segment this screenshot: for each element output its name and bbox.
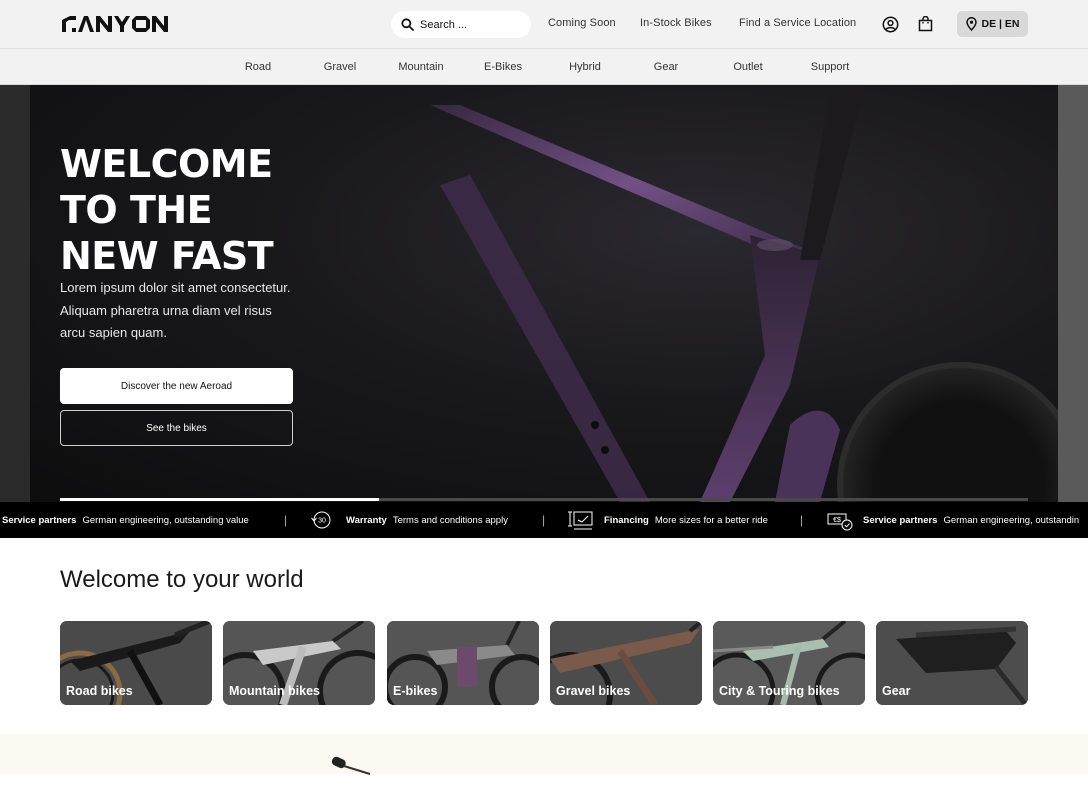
category-card-label: Gear bbox=[882, 684, 911, 698]
top-bar: Coming Soon In-Stock Bikes Find a Servic… bbox=[0, 0, 1088, 48]
category-card-road-bikes[interactable]: Road bikes bbox=[60, 621, 212, 705]
svg-text:30: 30 bbox=[318, 518, 326, 525]
hero-prev-slide-peek[interactable] bbox=[0, 85, 30, 502]
category-card-mountain-bikes[interactable]: Mountain bikes bbox=[223, 621, 375, 705]
slide-progress-fill bbox=[60, 498, 380, 501]
bike-size-icon bbox=[568, 511, 593, 530]
category-card-label: Road bikes bbox=[66, 684, 133, 698]
nav-item-gear[interactable]: Gear bbox=[654, 61, 678, 73]
ticker-item: Service partners German engineering, out… bbox=[2, 515, 249, 526]
brand-logo[interactable] bbox=[60, 14, 172, 34]
ticker-item-title: Warranty bbox=[346, 515, 387, 526]
nav-item-e-bikes[interactable]: E-Bikes bbox=[484, 61, 522, 73]
nav-item-gravel[interactable]: Gravel bbox=[324, 61, 356, 73]
locale-label: DE | EN bbox=[981, 18, 1020, 30]
cart-button[interactable] bbox=[915, 14, 935, 34]
category-card-label: Gravel bikes bbox=[556, 684, 631, 698]
map-pin-icon bbox=[965, 17, 977, 31]
ticker-item: Service partners German engineering, out… bbox=[863, 515, 1079, 526]
locale-switcher[interactable]: DE | EN bbox=[957, 11, 1028, 37]
ticker-separator: | bbox=[800, 513, 804, 527]
category-card-e-bikes[interactable]: E-bikes bbox=[387, 621, 539, 705]
ticker-separator: | bbox=[284, 513, 288, 527]
nav-item-support[interactable]: Support bbox=[811, 61, 850, 73]
section-title: Welcome to your world bbox=[60, 566, 304, 593]
category-card-gear[interactable]: Gear bbox=[876, 621, 1028, 705]
search-box[interactable] bbox=[391, 11, 531, 38]
category-card-label: Mountain bikes bbox=[229, 684, 320, 698]
category-card-gravel-bikes[interactable]: Gravel bikes bbox=[550, 621, 702, 705]
discover-aeroad-button[interactable]: Discover the new Aeroad bbox=[60, 368, 293, 404]
next-section-teaser bbox=[0, 734, 1088, 775]
link-coming-soon[interactable]: Coming Soon bbox=[548, 17, 616, 29]
ticker-separator: | bbox=[542, 513, 546, 527]
category-card-label: E-bikes bbox=[393, 684, 438, 698]
hero-carousel: WELCOME TO THE NEW FAST Lorem ipsum dolo… bbox=[0, 85, 1088, 502]
ticker-item: Financing More sizes for a better ride bbox=[604, 515, 768, 526]
hero-description: Lorem ipsum dolor sit amet consectetur. … bbox=[60, 280, 291, 340]
usp-ticker: Service partners German engineering, out… bbox=[0, 502, 1088, 538]
ticker-item-text: More sizes for a better ride bbox=[654, 515, 768, 526]
account-button[interactable] bbox=[880, 14, 900, 34]
svg-text:€$: €$ bbox=[833, 517, 841, 524]
bike-handlebar-teaser bbox=[331, 756, 371, 775]
ticker-item-text: German engineering, outstanding value bbox=[82, 515, 249, 526]
ticker-item: Warranty Terms and conditions apply bbox=[346, 515, 508, 526]
ticker-item-text: Terms and conditions apply bbox=[392, 515, 508, 526]
category-nav: Road Gravel Mountain E-Bikes Hybrid Gear… bbox=[0, 48, 1088, 85]
ticker-item-title: Financing bbox=[604, 515, 649, 526]
ticker-item-title: Service partners bbox=[2, 515, 77, 526]
canyon-logo-icon bbox=[62, 16, 168, 32]
category-card-label: City & Touring bikes bbox=[719, 684, 840, 698]
search-icon bbox=[401, 18, 414, 31]
30-day-return-icon: 30 bbox=[311, 511, 331, 529]
nav-item-outlet[interactable]: Outlet bbox=[733, 61, 762, 73]
user-circle-icon bbox=[882, 16, 898, 32]
link-in-stock-bikes[interactable]: In-Stock Bikes bbox=[640, 17, 712, 29]
hero-title: WELCOME TO THE NEW FAST bbox=[60, 142, 274, 278]
nav-item-road[interactable]: Road bbox=[245, 61, 271, 73]
link-find-service-location[interactable]: Find a Service Location bbox=[739, 17, 856, 29]
ticker-item-text: German engineering, outstandin bbox=[943, 515, 1080, 526]
ticker-item-title: Service partners bbox=[863, 515, 938, 526]
money-check-icon: €$ bbox=[827, 513, 853, 531]
nav-item-mountain[interactable]: Mountain bbox=[398, 61, 443, 73]
nav-item-hybrid[interactable]: Hybrid bbox=[569, 61, 601, 73]
see-the-bikes-button[interactable]: See the bikes bbox=[60, 410, 293, 446]
search-input[interactable] bbox=[420, 18, 520, 31]
shopping-bag-icon bbox=[918, 16, 932, 32]
category-card-city-touring-bikes[interactable]: City & Touring bikes bbox=[713, 621, 865, 705]
hero-next-slide-peek[interactable] bbox=[1058, 85, 1088, 502]
